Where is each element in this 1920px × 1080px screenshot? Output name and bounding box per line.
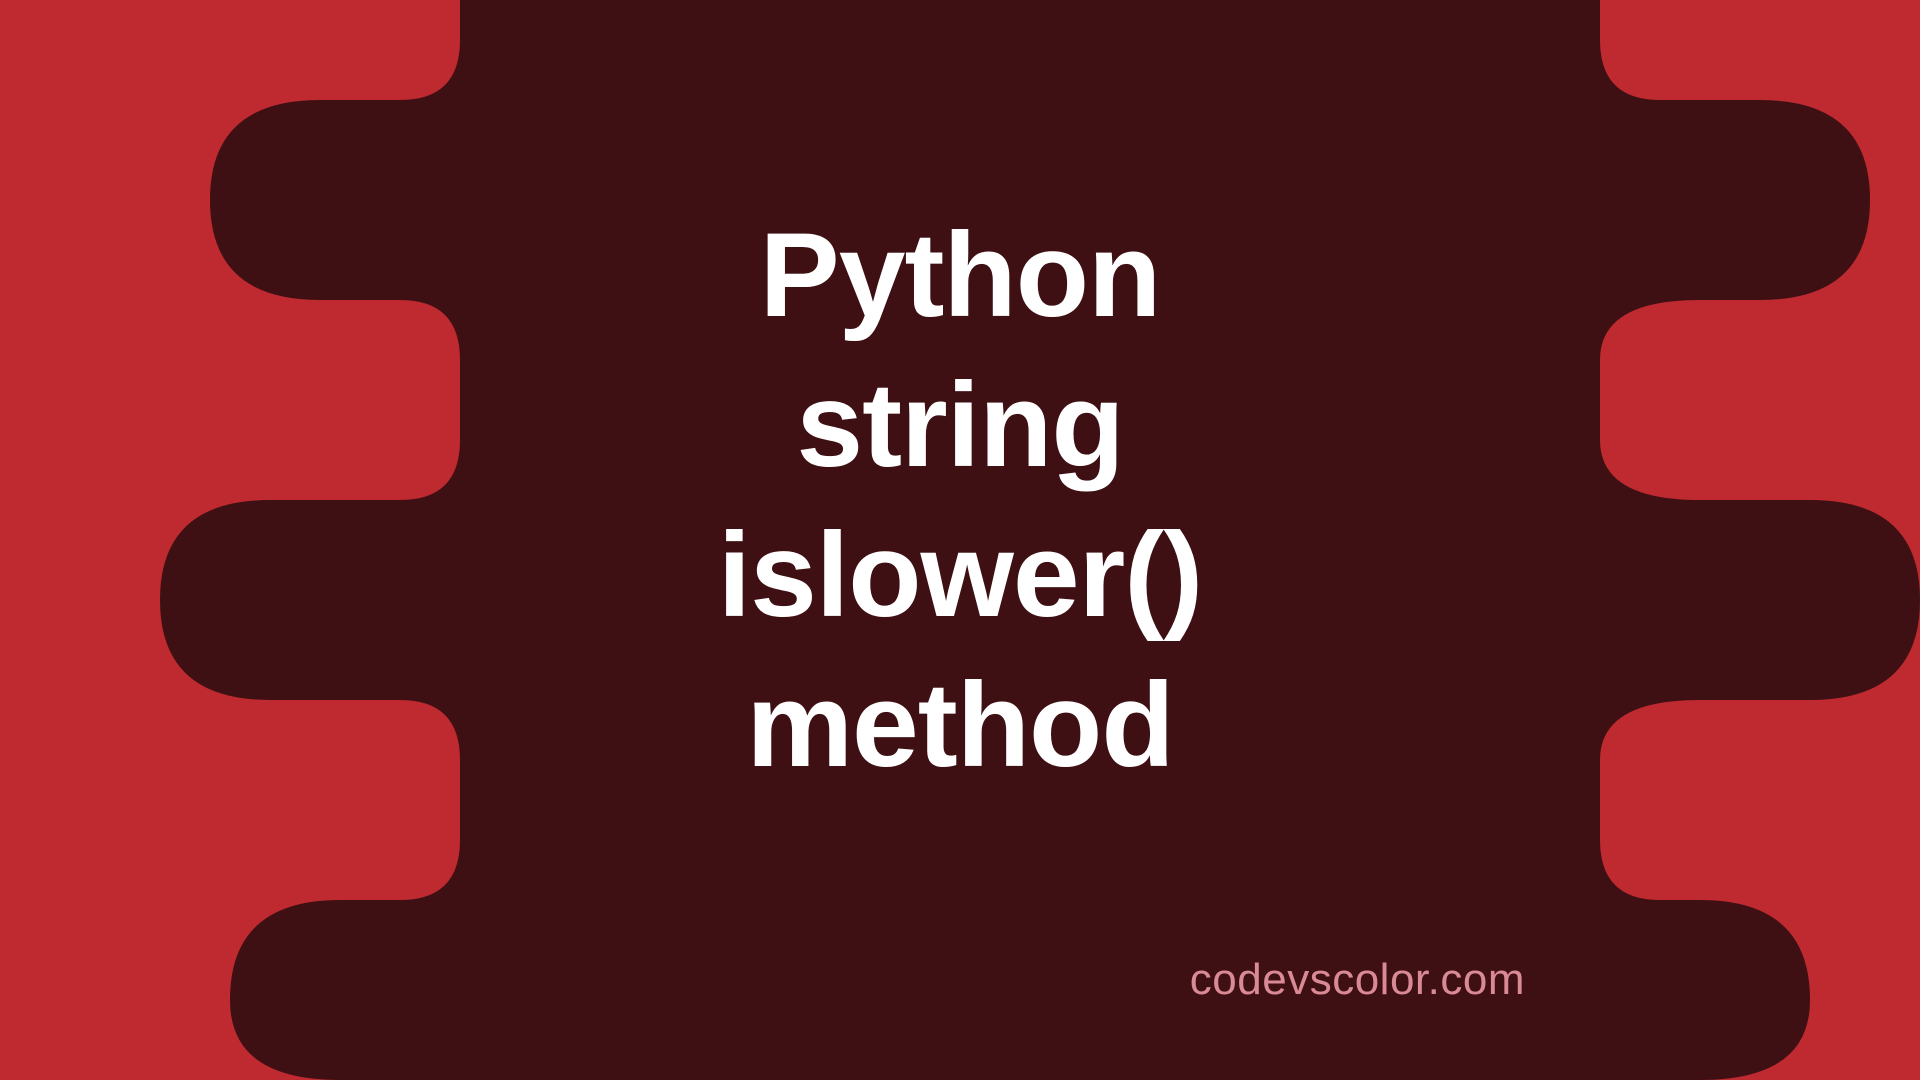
title-line-2: string	[796, 358, 1123, 492]
watermark-text: codevscolor.com	[1190, 955, 1525, 1005]
title-line-3: islower()	[718, 508, 1202, 642]
banner-title: Python string islower() method	[510, 200, 1410, 800]
title-line-1: Python	[760, 208, 1161, 342]
title-line-4: method	[746, 658, 1173, 792]
